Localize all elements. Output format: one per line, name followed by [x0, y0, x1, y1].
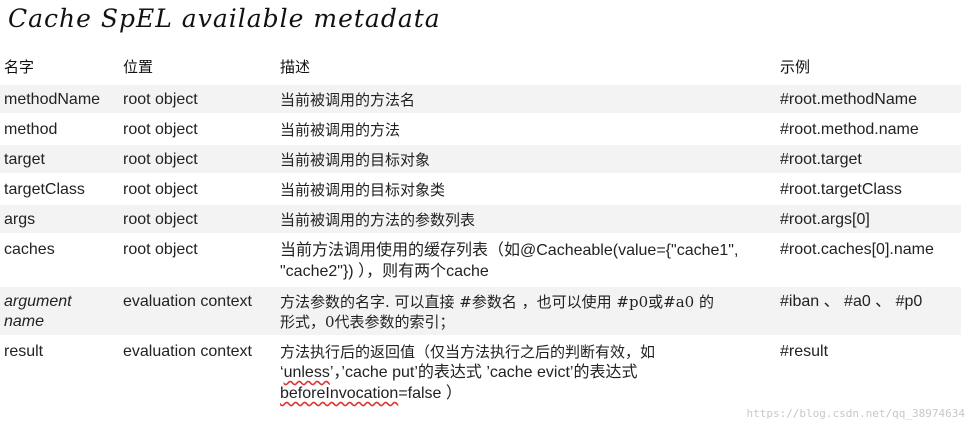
cell-name: target	[0, 145, 119, 173]
cell-description: 当前被调用的方法名	[276, 85, 776, 113]
table-row: methodName root object 当前被调用的方法名 #root.m…	[0, 85, 961, 113]
description-text: =false ）	[398, 385, 462, 402]
cell-location: root object	[119, 145, 276, 173]
cell-description: 方法参数的名字. 可以直接 #参数名 ，也可以使用 #p0或#a0 的 形式，0…	[276, 287, 776, 335]
header-location: 位置	[123, 58, 154, 76]
cell-location: root object	[119, 85, 276, 113]
table-row: caches root object 当前方法调用使用的缓存列表（如@Cache…	[0, 235, 961, 285]
cell-location: root object	[119, 115, 276, 143]
cell-description: 当前被调用的方法	[276, 115, 776, 143]
cell-example: #root.method.name	[776, 115, 961, 143]
table-row: argument name evaluation context 方法参数的名字…	[0, 287, 961, 335]
table-row: method root object 当前被调用的方法 #root.method…	[0, 115, 961, 143]
cell-description: 当前被调用的方法的参数列表	[276, 205, 776, 233]
cell-name: args	[0, 205, 119, 233]
cell-example: #root.targetClass	[776, 175, 961, 203]
cell-example: #result	[776, 337, 961, 407]
cell-name: methodName	[0, 85, 119, 113]
cell-example: #root.methodName	[776, 85, 961, 113]
description-line: ‘unless’，’cache put’的表达式 ’cache evict’的表…	[280, 364, 637, 381]
cell-description: 当前被调用的目标对象	[276, 145, 776, 173]
cell-location: evaluation context	[119, 337, 276, 407]
cell-description: 方法执行后的返回值（仅当方法执行之后的判断有效，如 ‘unless’，’cach…	[276, 337, 776, 407]
table-row: result evaluation context 方法执行后的返回值（仅当方法…	[0, 337, 961, 407]
cell-location: evaluation context	[119, 287, 276, 335]
description-line: beforeInvocation=false ）	[280, 385, 462, 402]
separator: ’，’	[329, 364, 345, 381]
before-invocation-keyword: beforeInvocation	[280, 385, 399, 402]
header-example: 示例	[780, 58, 811, 76]
cell-example: #root.target	[776, 145, 961, 173]
cell-location: root object	[119, 235, 276, 285]
description-line: 当前方法调用使用的缓存列表（如@Cacheable(value={"cache1…	[280, 242, 739, 259]
cell-description: 当前方法调用使用的缓存列表（如@Cacheable(value={"cache1…	[276, 235, 776, 285]
cell-example: #iban 、 #a0 、 #p0	[776, 287, 961, 335]
metadata-table: 名字 位置 描述 示例 methodName root object 当前被调用…	[0, 50, 961, 409]
cell-location: root object	[119, 205, 276, 233]
unless-keyword: unless	[283, 364, 330, 381]
cell-example: #root.args[0]	[776, 205, 961, 233]
cell-name: method	[0, 115, 119, 143]
cell-name: result	[0, 337, 119, 407]
cell-name: targetClass	[0, 175, 119, 203]
cell-name: caches	[0, 235, 119, 285]
description-line: 方法参数的名字. 可以直接 #参数名 ，也可以使用 #p0或#a0 的	[280, 293, 714, 311]
header-name: 名字	[4, 58, 35, 76]
description-line: 方法执行后的返回值（仅当方法执行之后的判断有效，如	[280, 343, 656, 361]
table-header-row: 名字 位置 描述 示例	[0, 52, 961, 83]
header-description: 描述	[280, 58, 311, 76]
page-title: Cache SpEL available metadata	[8, 4, 441, 33]
description-text: cache put’的表达式 ’cache evict’的表达式	[344, 364, 638, 381]
description-line: "cache2"}) ），则有两个cache	[280, 263, 489, 280]
table-row: target root object 当前被调用的目标对象 #root.targ…	[0, 145, 961, 173]
cell-name: argument name	[0, 287, 119, 335]
description-line: 形式，0代表参数的索引；	[280, 313, 455, 331]
cell-description: 当前被调用的目标对象类	[276, 175, 776, 203]
table-row: targetClass root object 当前被调用的目标对象类 #roo…	[0, 175, 961, 203]
table-row: args root object 当前被调用的方法的参数列表 #root.arg…	[0, 205, 961, 233]
cell-example: #root.caches[0].name	[776, 235, 961, 285]
cell-location: root object	[119, 175, 276, 203]
watermark: https://blog.csdn.net/qq_38974634	[746, 407, 965, 420]
